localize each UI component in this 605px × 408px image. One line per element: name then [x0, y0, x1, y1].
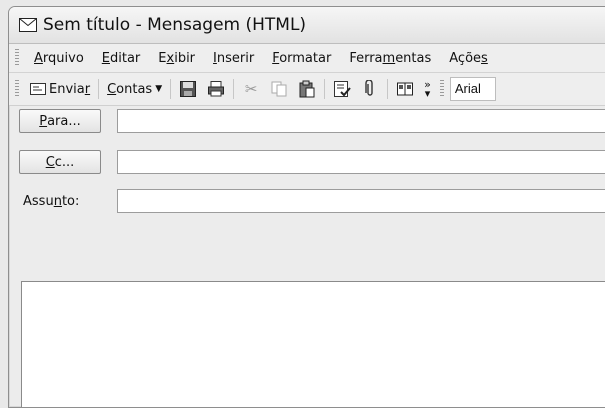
cc-button-accel: C [45, 154, 55, 170]
menu-exibir[interactable]: Exibir [149, 51, 204, 66]
address-book-button[interactable] [391, 77, 419, 101]
toolbar-separator [233, 79, 235, 99]
send-icon [30, 83, 46, 95]
cc-field[interactable] [117, 150, 605, 174]
menu-acoes[interactable]: Ações [440, 51, 497, 66]
to-button-accel: P [39, 113, 48, 129]
menu-editar[interactable]: Editar [93, 51, 150, 66]
standard-toolbar: Enviar Contas ▼ ✂ » ▾ Arial [9, 73, 605, 106]
print-button[interactable] [202, 77, 230, 101]
print-icon [208, 81, 225, 97]
accounts-button[interactable]: Contas ▼ [102, 77, 167, 101]
more-button[interactable]: » ▾ [419, 77, 436, 101]
cc-row: Cc... [9, 146, 605, 176]
check-names-button[interactable] [328, 77, 356, 101]
paste-icon [299, 80, 315, 98]
save-icon [180, 81, 197, 97]
window-title: Sem título - Mensagem (HTML) [43, 15, 307, 35]
menu-formatar[interactable]: Formatar [263, 51, 340, 66]
toolbar-separator [170, 79, 172, 99]
copy-button[interactable] [265, 77, 293, 101]
subject-row: Assunto: [9, 185, 605, 215]
cc-button[interactable]: Cc... [19, 150, 101, 174]
paste-button[interactable] [293, 77, 321, 101]
font-name-select[interactable]: Arial [449, 77, 496, 101]
toolbar-grip-2[interactable] [439, 80, 444, 98]
menu-arquivo[interactable]: Arquivo [25, 51, 93, 66]
title-bar: Sem título - Mensagem (HTML) [9, 7, 605, 44]
to-field[interactable] [117, 109, 605, 133]
menubar-grip[interactable] [15, 49, 19, 67]
subject-field[interactable] [117, 189, 605, 213]
message-window: Sem título - Mensagem (HTML) Arquivo Edi… [8, 6, 605, 408]
menu-ferramentas[interactable]: Ferramentas [340, 51, 440, 66]
to-button[interactable]: Para... [19, 109, 101, 133]
subject-label: Assunto: [23, 194, 80, 209]
attach-icon [365, 80, 373, 96]
cut-button[interactable]: ✂ [237, 77, 265, 101]
envelope-icon [19, 18, 37, 32]
address-book-icon [397, 82, 414, 96]
menu-bar: Arquivo Editar Exibir Inserir Formatar F… [9, 44, 605, 73]
more-icon: » ▾ [424, 78, 431, 100]
save-button[interactable] [174, 77, 202, 101]
toolbar-separator [324, 79, 326, 99]
attach-button[interactable] [356, 77, 384, 101]
toolbar-separator [387, 79, 389, 99]
menu-inserir[interactable]: Inserir [204, 51, 263, 66]
toolbar-grip[interactable] [15, 80, 19, 98]
to-button-rest: ara... [47, 113, 81, 129]
cc-button-rest: c... [54, 154, 75, 170]
check-names-icon [334, 81, 351, 97]
message-body[interactable] [21, 281, 605, 407]
copy-icon [271, 81, 287, 97]
cut-icon: ✂ [244, 80, 258, 98]
dropdown-arrow-icon: ▼ [155, 84, 163, 94]
toolbar-separator [98, 79, 100, 99]
to-row: Para... [9, 105, 605, 135]
send-button[interactable]: Enviar [25, 77, 95, 101]
